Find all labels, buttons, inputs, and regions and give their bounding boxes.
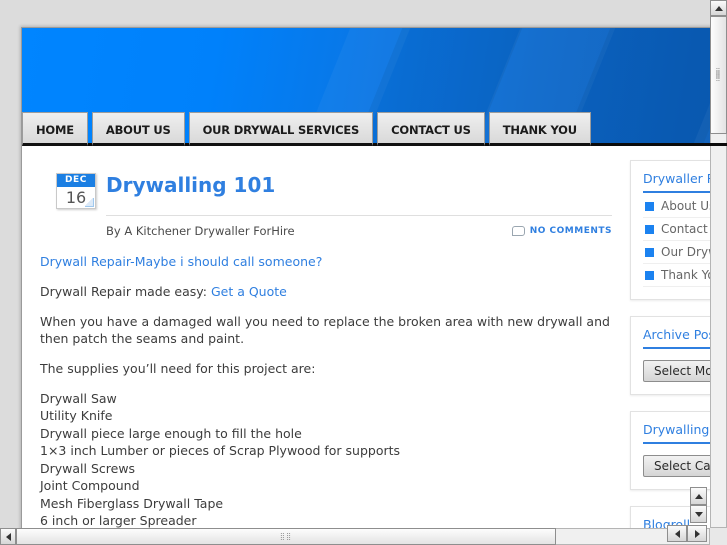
- site-banner: Drywaller Call us for your HOME ABOUT US…: [22, 28, 727, 146]
- grip-dots-icon: ⣿ ⣿ ⣿: [715, 67, 722, 82]
- comments-label: NO COMMENTS: [529, 225, 612, 236]
- post-author: By A Kitchener Drywaller ForHire: [106, 223, 295, 238]
- main-navigation: HOME ABOUT US OUR DRYWALL SERVICES CONTA…: [22, 106, 595, 146]
- post-date-badge: DEC 16: [56, 173, 96, 210]
- chevron-up-icon: [694, 493, 703, 499]
- vertical-scroll-thumb[interactable]: ⣿ ⣿ ⣿: [710, 16, 727, 134]
- square-bullet-icon: [645, 201, 654, 211]
- list-item: Joint Compound: [40, 478, 140, 494]
- list-item: Drywall piece large enough to fill the h…: [40, 425, 302, 441]
- nav-item-thank-you[interactable]: THANK YOU: [488, 112, 591, 146]
- repair-intro-text: Drywall Repair made easy:: [40, 283, 207, 299]
- sidebar-link-label: About Us: [661, 199, 716, 213]
- chevron-right-icon: [694, 529, 700, 538]
- horizontal-scrollbar[interactable]: ⣿⣿: [0, 528, 710, 545]
- horizontal-scroll-thumb[interactable]: ⣿⣿: [16, 528, 556, 545]
- chevron-up-icon: [714, 5, 723, 11]
- paragraph-2: The supplies you’ll need for this projec…: [40, 360, 316, 376]
- scroll-left-button[interactable]: [0, 528, 16, 545]
- list-item: 1×3 inch Lumber or pieces of Scrap Plywo…: [40, 443, 401, 459]
- list-item: Mesh Fiberglass Drywall Tape: [40, 495, 224, 511]
- list-item: Utility Knife: [40, 408, 113, 424]
- main-content: DEC 16 Drywalling 101 By A Kitchener Dry…: [22, 160, 630, 545]
- repair-line: Drywall Repair made easy: Get a Quote: [40, 283, 612, 300]
- post-body: Drywall Repair-Maybe i should call someo…: [40, 253, 612, 545]
- square-bullet-icon: [645, 224, 654, 234]
- browser-viewport: Drywaller Call us for your HOME ABOUT US…: [0, 0, 727, 545]
- supplies-list: Drywall Saw Utility Knife Drywall piece …: [40, 390, 612, 545]
- comment-bubble-icon: [511, 225, 525, 236]
- chevron-down-icon: [694, 511, 703, 517]
- chevron-left-icon: [5, 532, 11, 541]
- post-date-day: 16: [57, 187, 95, 208]
- inner-scroll-left-button[interactable]: [667, 525, 687, 542]
- inner-scroll-down-button[interactable]: [690, 505, 707, 523]
- inner-scroll-up-button[interactable]: [690, 487, 707, 505]
- post-title-link[interactable]: Drywalling 101: [106, 173, 612, 201]
- nav-item-our-drywall-services[interactable]: OUR DRYWALL SERVICES: [188, 112, 374, 146]
- web-page-canvas: Drywaller Call us for your HOME ABOUT US…: [22, 28, 727, 545]
- grip-dots-icon: ⣿⣿: [279, 532, 293, 540]
- list-item: Drywall Screws: [40, 460, 136, 476]
- page-body: DEC 16 Drywalling 101 By A Kitchener Dry…: [22, 146, 727, 545]
- post-link-heading[interactable]: Drywall Repair-Maybe i should call someo…: [40, 253, 612, 270]
- post-date-month: DEC: [57, 174, 95, 188]
- comments-link[interactable]: NO COMMENTS: [511, 225, 612, 236]
- list-item: Drywall Saw: [40, 390, 117, 406]
- chevron-left-icon: [674, 529, 680, 538]
- square-bullet-icon: [645, 247, 654, 257]
- inner-scroll-right-button[interactable]: [687, 525, 707, 542]
- scroll-up-button[interactable]: [710, 0, 727, 16]
- post-meta-row: By A Kitchener Drywaller ForHire NO COMM…: [106, 214, 612, 241]
- paragraph-1: When you have a damaged wall you need to…: [40, 313, 610, 346]
- nav-item-contact-us[interactable]: CONTACT US: [377, 112, 485, 146]
- vertical-scrollbar[interactable]: ⣿ ⣿ ⣿: [710, 0, 727, 528]
- nav-item-home[interactable]: HOME: [22, 112, 88, 146]
- inner-horizontal-scrollbar[interactable]: [667, 525, 707, 542]
- nav-item-about-us[interactable]: ABOUT US: [91, 112, 185, 146]
- square-bullet-icon: [645, 270, 654, 280]
- post-header: DEC 16 Drywalling 101 By A Kitchener Dry…: [40, 173, 612, 240]
- inner-vertical-scrollbar[interactable]: [690, 487, 707, 523]
- scrollbar-corner: [710, 528, 727, 545]
- get-a-quote-link[interactable]: Get a Quote: [211, 284, 287, 299]
